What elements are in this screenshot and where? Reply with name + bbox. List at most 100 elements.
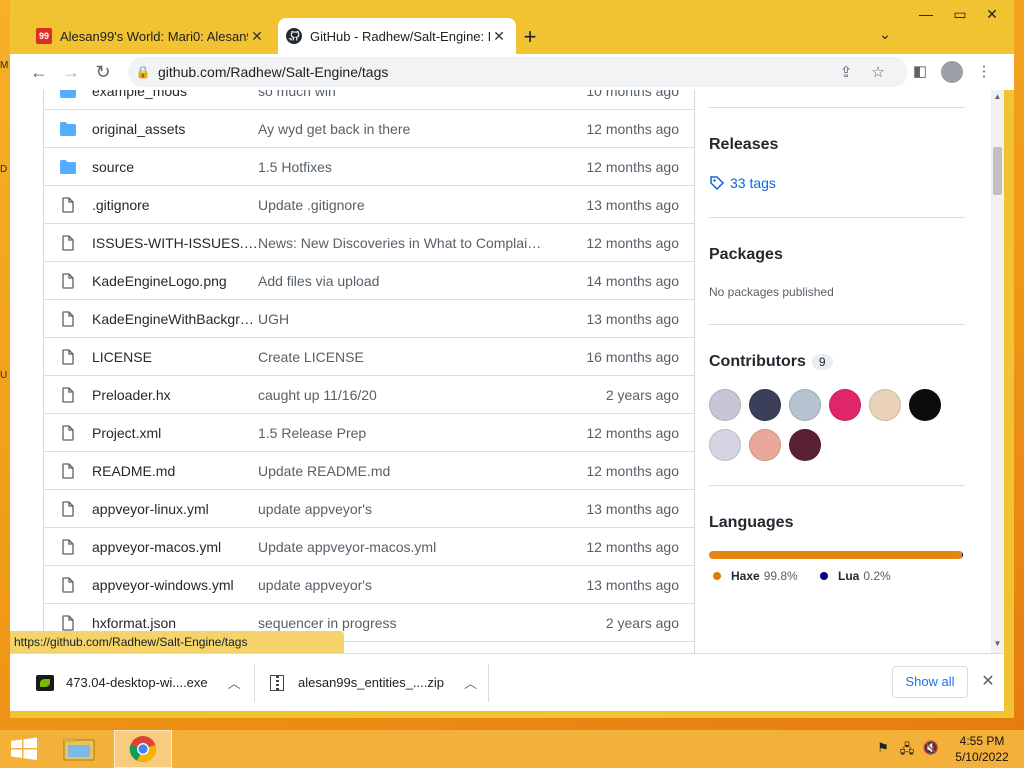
reload-icon[interactable]: ↻ (90, 59, 116, 85)
file-row[interactable]: README.md Update README.md 12 months ago (44, 451, 694, 489)
close-download-bar-icon[interactable]: ✕ (976, 670, 1000, 694)
file-row[interactable]: source 1.5 Hotfixes 12 months ago (44, 147, 694, 185)
minimize-icon[interactable]: — (910, 6, 942, 28)
tab-close-icon[interactable]: ✕ (248, 27, 266, 45)
contributor-avatar[interactable] (869, 389, 901, 421)
commit-message[interactable]: Update .gitignore (258, 197, 558, 213)
file-name[interactable]: source (92, 159, 258, 175)
chrome-taskbar-icon[interactable] (114, 730, 172, 768)
address-bar[interactable]: 🔒 github.com/Radhew/Salt-Engine/tags ⇪ ☆ (128, 57, 908, 87)
file-row[interactable]: LICENSE Create LICENSE 16 months ago (44, 337, 694, 375)
contributor-avatar[interactable] (829, 389, 861, 421)
tab-search-chevron-icon[interactable]: ⌄ (874, 26, 896, 48)
releases-heading[interactable]: Releases (709, 136, 778, 154)
back-arrow-icon[interactable]: ← (26, 59, 52, 85)
commit-message[interactable]: Update README.md (258, 463, 558, 479)
download-item[interactable]: 473.04-desktop-wi....exe ︿ (36, 654, 241, 711)
language-haxe[interactable]: Haxe 99.8% (713, 569, 798, 583)
file-row[interactable]: original_assets Ay wyd get back in there 1… (44, 109, 694, 147)
file-row[interactable]: example_mods so much win 10 months ago (44, 90, 694, 109)
commit-message[interactable]: UGH (258, 311, 558, 327)
file-name[interactable]: LICENSE (92, 349, 258, 365)
commit-message[interactable]: update appveyor's (258, 577, 558, 593)
file-name[interactable]: .gitignore (92, 197, 258, 213)
contributor-avatar[interactable] (709, 389, 741, 421)
bookmark-star-icon[interactable]: ☆ (866, 61, 890, 85)
commit-message[interactable]: update appveyor's (258, 501, 558, 517)
profile-avatar-icon[interactable] (940, 60, 964, 84)
file-row[interactable]: .gitignore Update .gitignore 13 months ago (44, 185, 694, 223)
file-row[interactable]: KadeEngineWithBackground.pngUGH 13 months… (44, 299, 694, 337)
chevron-up-icon[interactable]: ︿ (464, 673, 477, 692)
side-panel-icon[interactable]: ◧ (908, 60, 932, 84)
file-name[interactable]: appveyor-linux.yml (92, 501, 258, 517)
chevron-up-icon[interactable]: ︿ (228, 673, 241, 692)
file-name[interactable]: KadeEngineLogo.png (92, 273, 258, 289)
download-item[interactable]: alesan99s_entities_....zip ︿ (270, 654, 477, 711)
commit-message[interactable]: 1.5 Hotfixes (258, 159, 558, 175)
file-row[interactable]: KadeEngineLogo.png Add files via upload 14… (44, 261, 694, 299)
system-clock[interactable]: 4:55 PM 5/10/2022 (950, 733, 1014, 765)
commit-message[interactable]: Ay wyd get back in there (258, 121, 558, 137)
contributor-avatar[interactable] (789, 429, 821, 461)
packages-heading[interactable]: Packages (709, 246, 783, 264)
file-name[interactable]: ISSUES-WITH-ISSUES.md (92, 235, 258, 251)
scroll-thumb[interactable] (993, 147, 1002, 195)
file-name[interactable]: KadeEngineWithBackground.png (92, 311, 258, 327)
download-filename: 473.04-desktop-wi....exe (66, 675, 208, 690)
file-row[interactable]: appveyor-windows.yml update appveyor's 13 … (44, 565, 694, 603)
language-lua[interactable]: Lua 0.2% (820, 569, 891, 583)
forward-arrow-icon[interactable]: → (58, 59, 84, 85)
page-content: example_mods so much win 10 months ago orig… (10, 90, 1004, 653)
tab-alesan99[interactable]: 99 Alesan99's World: Mari0: Alesan99's ✕ (28, 18, 274, 54)
network-icon[interactable]: 🖧 (898, 740, 916, 758)
contributor-avatar[interactable] (909, 389, 941, 421)
file-row[interactable]: Project.xml 1.5 Release Prep 12 months ago (44, 413, 694, 451)
commit-message[interactable]: Create LICENSE (258, 349, 558, 365)
commit-message[interactable]: 1.5 Release Prep (258, 425, 558, 441)
commit-message[interactable]: caught up 11/16/20 (258, 387, 558, 403)
scroll-down-icon[interactable]: ▼ (991, 639, 1004, 651)
contributor-avatar[interactable] (749, 429, 781, 461)
file-explorer-icon[interactable] (56, 730, 102, 768)
share-icon[interactable]: ⇪ (834, 61, 858, 85)
file-row[interactable]: Preloader.hx caught up 11/16/20 2 years ag… (44, 375, 694, 413)
file-name[interactable]: Project.xml (92, 425, 258, 441)
menu-dots-icon[interactable]: ⋮ (972, 60, 996, 84)
contributor-avatar[interactable] (749, 389, 781, 421)
tags-link[interactable]: 33 tags (709, 175, 776, 191)
action-center-flag-icon[interactable]: ⚑ (874, 740, 892, 758)
file-name[interactable]: hxformat.json (92, 615, 258, 631)
volume-muted-icon[interactable]: 🔇 (922, 740, 940, 758)
commit-message[interactable]: News: New Discoveries in What to Complai… (258, 235, 558, 251)
scroll-up-icon[interactable]: ▲ (991, 92, 1004, 104)
language-bar (709, 551, 963, 559)
file-name[interactable]: example_mods (92, 90, 258, 99)
file-row[interactable]: appveyor-macos.yml Update appveyor-macos.… (44, 527, 694, 565)
tab-close-icon[interactable]: ✕ (490, 27, 508, 45)
new-tab-button[interactable]: + (516, 24, 544, 52)
commit-message[interactable]: sequencer in progress (258, 615, 558, 631)
file-name[interactable]: Preloader.hx (92, 387, 258, 403)
file-icon (44, 500, 92, 517)
close-window-icon[interactable]: ✕ (976, 6, 1008, 28)
file-row[interactable]: ISSUES-WITH-ISSUES.md News: New Discoveri… (44, 223, 694, 261)
download-bar: 473.04-desktop-wi....exe ︿ alesan99s_ent… (10, 653, 1004, 711)
contributors-heading[interactable]: Contributors 9 (709, 353, 833, 371)
commit-age: 2 years ago (605, 614, 679, 631)
file-name[interactable]: README.md (92, 463, 258, 479)
file-row[interactable]: appveyor-linux.yml update appveyor's 13 mo… (44, 489, 694, 527)
file-name[interactable]: appveyor-windows.yml (92, 577, 258, 593)
file-name[interactable]: original_assets (92, 121, 258, 137)
maximize-icon[interactable]: ▭ (944, 6, 976, 28)
tab-github[interactable]: GitHub - Radhew/Salt-Engine: Engine ✕ (278, 18, 516, 54)
contributor-avatar[interactable] (709, 429, 741, 461)
commit-message[interactable]: Update appveyor-macos.yml (258, 539, 558, 555)
contributor-avatar[interactable] (789, 389, 821, 421)
page-scrollbar[interactable]: ▲ ▼ (991, 90, 1004, 653)
commit-message[interactable]: so much win (258, 90, 558, 99)
windows-start-icon[interactable] (10, 737, 38, 761)
file-name[interactable]: appveyor-macos.yml (92, 539, 258, 555)
commit-message[interactable]: Add files via upload (258, 273, 558, 289)
show-all-button[interactable]: Show all (892, 666, 968, 698)
